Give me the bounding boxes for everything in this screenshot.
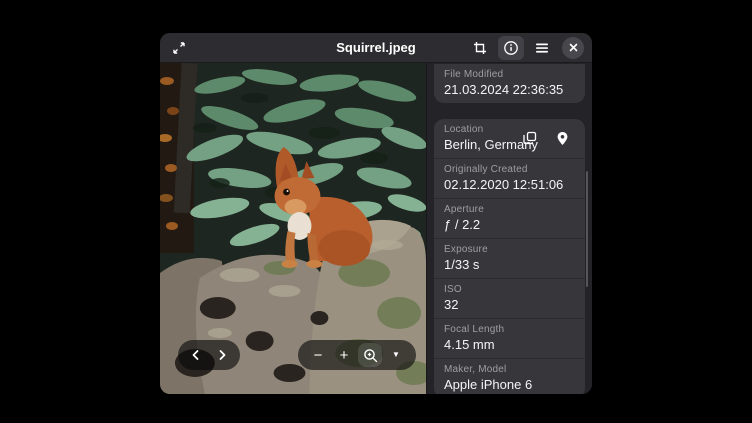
chevron-down-icon: ▼	[392, 351, 400, 359]
property-originally-created: Originally Created 02.12.2020 12:51:06	[434, 158, 585, 198]
chevron-left-icon	[190, 349, 202, 361]
map-pin-icon	[556, 131, 569, 146]
titlebar: Squirrel.jpeg	[160, 33, 592, 63]
property-focal-length: Focal Length 4.15 mm	[434, 318, 585, 358]
previous-image-button[interactable]	[184, 343, 208, 367]
copy-icon	[523, 131, 537, 145]
zoom-menu-button[interactable]: ▼	[384, 343, 408, 367]
property-exposure: Exposure 1/33 s	[434, 238, 585, 278]
info-icon	[503, 40, 519, 56]
property-aperture: Aperture ƒ / 2.2	[434, 198, 585, 238]
sidebar-scrollbar[interactable]	[586, 171, 588, 287]
properties-sidebar: File Modified 21.03.2024 22:36:35 Locati…	[427, 63, 592, 394]
card-gap	[434, 103, 585, 119]
titlebar-actions	[467, 36, 586, 60]
magnifier-icon	[363, 348, 378, 363]
image-viewer-window: Squirrel.jpeg	[160, 33, 592, 394]
zoom-pill: − + ▼	[298, 340, 416, 370]
open-map-button[interactable]	[549, 125, 575, 151]
hamburger-icon	[535, 42, 549, 54]
image-details-card: Location Berlin, Germany	[434, 119, 585, 394]
image-canvas[interactable]: − + ▼	[160, 63, 427, 394]
nav-pill	[178, 340, 240, 370]
crop-button[interactable]	[467, 36, 493, 60]
chevron-right-icon	[216, 349, 228, 361]
next-image-button[interactable]	[210, 343, 234, 367]
window-content: − + ▼ File Modified 21.03.2024	[160, 63, 592, 394]
property-iso: ISO 32	[434, 278, 585, 318]
file-info-card: File Modified 21.03.2024 22:36:35	[434, 64, 585, 103]
zoom-out-button[interactable]: −	[306, 343, 330, 367]
properties-button[interactable]	[498, 36, 524, 60]
crop-icon	[473, 41, 487, 55]
property-maker-model: Maker, Model Apple iPhone 6	[434, 358, 585, 394]
expand-icon	[172, 41, 186, 55]
property-location: Location Berlin, Germany	[434, 119, 585, 158]
zoom-in-button[interactable]: +	[332, 343, 356, 367]
menu-button[interactable]	[529, 36, 555, 60]
close-button[interactable]	[560, 36, 586, 60]
copy-location-button[interactable]	[517, 125, 543, 151]
property-file-modified: File Modified 21.03.2024 22:36:35	[434, 64, 585, 103]
zoom-reset-button[interactable]	[358, 343, 382, 367]
close-icon	[562, 37, 584, 59]
fullscreen-button[interactable]	[166, 36, 192, 60]
